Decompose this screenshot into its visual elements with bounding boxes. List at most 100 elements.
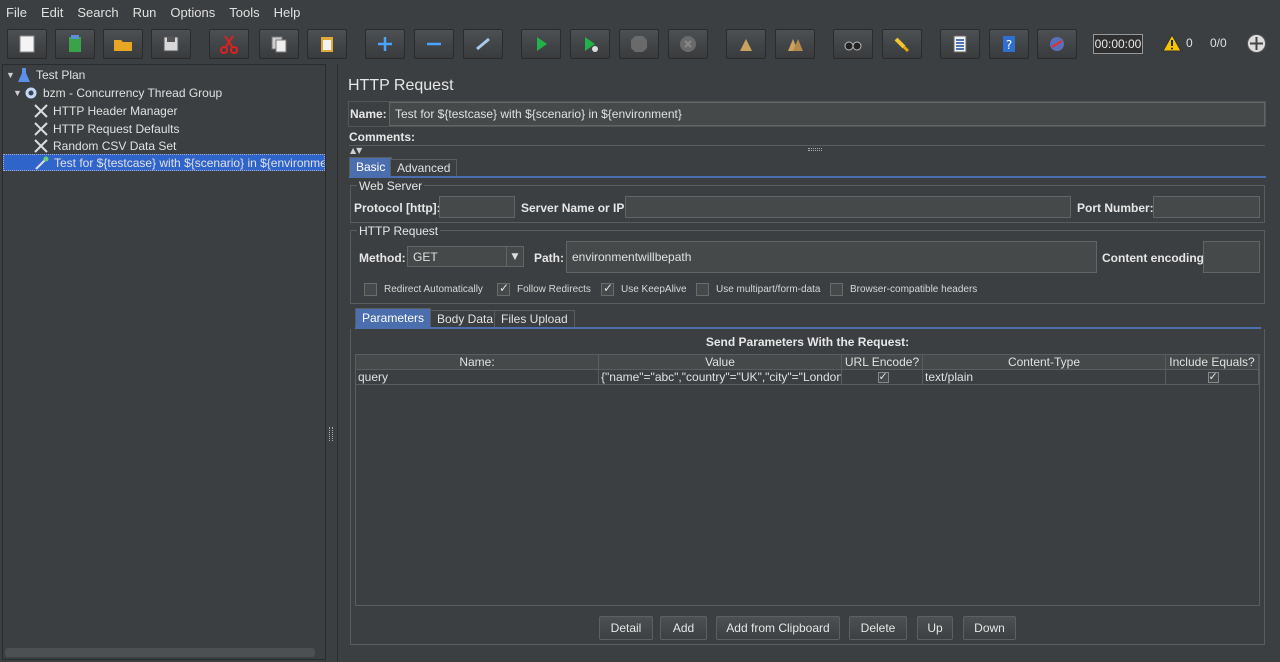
tree-item-label: Test Plan <box>36 67 86 82</box>
new-button[interactable] <box>7 29 47 59</box>
reset-search-button[interactable] <box>882 29 922 59</box>
tree-horizontal-scrollbar[interactable] <box>5 648 315 657</box>
tree-item-csv-data-set[interactable]: Random CSV Data Set <box>33 137 176 154</box>
tab-advanced[interactable]: Advanced <box>390 159 458 176</box>
cell-url-encode[interactable] <box>842 370 923 385</box>
collapse-button[interactable] <box>414 29 454 59</box>
function-helper-button[interactable] <box>940 29 980 59</box>
checkbox-follow-redirects[interactable]: Follow Redirects <box>497 281 591 296</box>
open-button[interactable] <box>103 29 143 59</box>
tree-item-header-manager[interactable]: HTTP Header Manager <box>33 102 178 119</box>
menu-search[interactable]: Search <box>75 5 120 20</box>
log-viewer-icon[interactable] <box>1246 33 1267 54</box>
checkbox-box[interactable] <box>497 281 510 296</box>
tab-files-upload[interactable]: Files Upload <box>494 310 575 327</box>
templates-icon <box>69 35 81 52</box>
port-number-field[interactable] <box>1153 196 1260 218</box>
start-button[interactable] <box>521 29 561 59</box>
protocol-label: Protocol [http]: <box>354 201 441 215</box>
url-encode-checkbox[interactable] <box>877 370 889 384</box>
add-from-clipboard-button[interactable]: Add from Clipboard <box>716 616 840 640</box>
column-header-value[interactable]: Value <box>599 355 842 370</box>
checkbox-browser-compatible[interactable]: Browser-compatible headers <box>830 283 977 296</box>
http-request-panel: HTTP Request Name: Test for ${testcase} … <box>337 64 1278 662</box>
delete-button[interactable]: Delete <box>849 616 907 640</box>
stop-icon <box>631 36 647 52</box>
plus-icon <box>378 37 392 51</box>
remote-button[interactable] <box>1037 29 1077 59</box>
checkbox-box[interactable] <box>364 283 377 296</box>
copy-button[interactable] <box>259 29 299 59</box>
start-no-pauses-button[interactable] <box>570 29 610 59</box>
checkbox-box[interactable] <box>696 283 709 296</box>
menu-tools[interactable]: Tools <box>227 5 261 20</box>
tree-item-test-plan[interactable]: ▼ Test Plan <box>6 66 85 83</box>
tab-body-data[interactable]: Body Data <box>430 310 501 327</box>
comments-label: Comments: <box>349 130 416 144</box>
chevron-down-icon[interactable]: ▼ <box>506 247 523 266</box>
checkbox-multipart[interactable]: Use multipart/form-data <box>696 283 820 296</box>
menu-edit[interactable]: Edit <box>39 5 65 20</box>
up-button[interactable]: Up <box>917 616 953 640</box>
wrench-icon <box>33 103 49 119</box>
expand-button[interactable] <box>365 29 405 59</box>
column-header-content-type[interactable]: Content-Type <box>923 355 1166 370</box>
broom-icon <box>740 39 752 51</box>
panel-splitter[interactable] <box>327 64 336 662</box>
tree-item-request-defaults[interactable]: HTTP Request Defaults <box>33 120 180 137</box>
stop-button[interactable] <box>619 29 659 59</box>
cell-include-equals[interactable] <box>1166 370 1259 385</box>
cell-name[interactable]: query <box>356 370 599 385</box>
divider-grip[interactable] <box>808 148 822 151</box>
test-plan-tree: ▼ Test Plan ▼ bzm - Concurrency Thread G… <box>2 64 326 660</box>
search-button[interactable] <box>833 29 873 59</box>
menu-file[interactable]: File <box>4 5 29 20</box>
save-button[interactable] <box>151 29 191 59</box>
detail-button[interactable]: Detail <box>599 616 653 640</box>
splitter-grip[interactable] <box>329 427 333 441</box>
tab-basic[interactable]: Basic <box>349 157 393 176</box>
split-arrows-icon[interactable]: ▲▼ <box>350 146 362 155</box>
flask-icon <box>16 67 32 83</box>
list-icon <box>953 35 967 53</box>
content-encoding-field[interactable] <box>1203 241 1260 273</box>
new-file-icon <box>19 35 35 53</box>
cell-value[interactable]: {"name"="abc","country"="UK","city"="Lon… <box>599 370 842 385</box>
checkbox-box[interactable] <box>601 281 614 296</box>
name-field[interactable]: Test for ${testcase} with ${scenario} in… <box>389 102 1265 126</box>
clear-button[interactable] <box>726 29 766 59</box>
add-button[interactable]: Add <box>660 616 707 640</box>
menu-help[interactable]: Help <box>272 5 303 20</box>
column-header-include-equals[interactable]: Include Equals? <box>1166 355 1259 370</box>
checkbox-redirect-automatically[interactable]: Redirect Automatically <box>364 283 483 296</box>
tree-item-http-request[interactable]: Test for ${testcase} with ${scenario} in… <box>3 154 325 171</box>
cell-content-type[interactable]: text/plain <box>923 370 1166 385</box>
menu-run[interactable]: Run <box>131 5 159 20</box>
toggle-button[interactable] <box>463 29 503 59</box>
help-button[interactable]: ? <box>989 29 1029 59</box>
shutdown-button[interactable] <box>668 29 708 59</box>
content-encoding-label: Content encoding: <box>1102 251 1208 265</box>
tree-item-label: HTTP Header Manager <box>53 103 178 118</box>
paste-button[interactable] <box>307 29 347 59</box>
menu-options[interactable]: Options <box>168 5 217 20</box>
clear-all-button[interactable] <box>775 29 815 59</box>
server-name-field[interactable] <box>625 196 1071 218</box>
column-header-name[interactable]: Name: <box>356 355 599 370</box>
expand-triangle-icon[interactable]: ▼ <box>13 88 23 98</box>
tab-parameters[interactable]: Parameters <box>355 308 432 327</box>
include-equals-checkbox[interactable] <box>1207 370 1219 384</box>
column-header-url-encode[interactable]: URL Encode? <box>842 355 923 370</box>
minus-icon <box>427 42 441 46</box>
templates-button[interactable] <box>55 29 95 59</box>
tree-item-thread-group[interactable]: ▼ bzm - Concurrency Thread Group <box>13 84 222 101</box>
expand-triangle-icon[interactable]: ▼ <box>6 70 16 80</box>
down-button[interactable]: Down <box>963 616 1016 640</box>
protocol-field[interactable] <box>439 196 515 218</box>
shutdown-icon <box>680 36 696 52</box>
cut-button[interactable] <box>209 29 249 59</box>
checkbox-label: Browser-compatible headers <box>850 284 978 295</box>
path-field[interactable]: environmentwillbepath <box>566 241 1097 273</box>
checkbox-box[interactable] <box>830 283 843 296</box>
checkbox-use-keepalive[interactable]: Use KeepAlive <box>601 281 687 296</box>
